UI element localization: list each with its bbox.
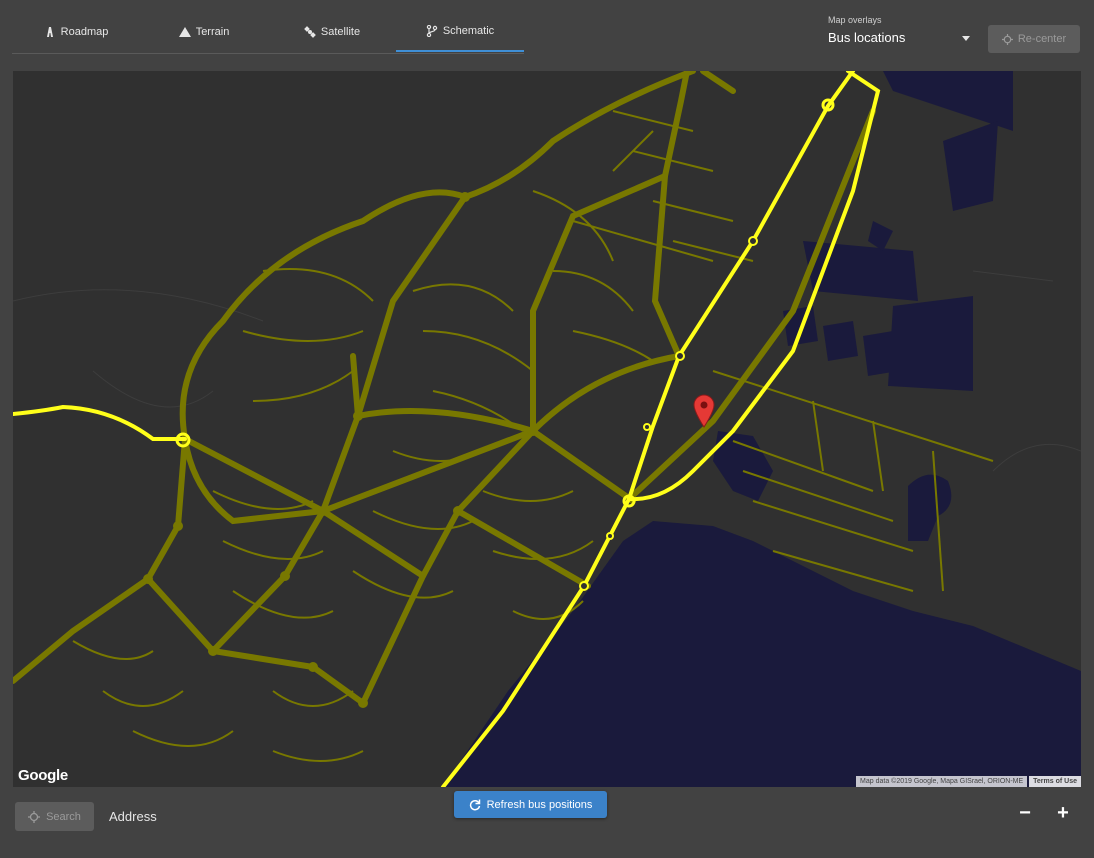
road-icon (44, 26, 56, 38)
mountain-icon (178, 26, 191, 38)
caret-down-icon (962, 36, 970, 41)
search-button[interactable]: Search (15, 802, 94, 831)
schematic-icon (426, 25, 438, 37)
zoom-out-button[interactable]: − (1013, 801, 1037, 825)
search-label: Search (46, 810, 81, 823)
tab-label: Satellite (320, 26, 361, 38)
map-attribution-bar: Map data ©2019 Google, Mapa GISrael, ORI… (856, 776, 1081, 787)
refresh-bus-positions-button[interactable]: Refresh bus positions (454, 791, 607, 818)
satellite-icon (304, 26, 316, 38)
map-pin-icon[interactable] (693, 394, 715, 428)
tab-terrain[interactable]: Terrain (140, 12, 268, 52)
map-type-tabs: Roadmap Terrain Satellite Schematic (12, 12, 524, 54)
map-attribution: Map data ©2019 Google, Mapa GISrael, ORI… (856, 776, 1028, 787)
tab-label: Terrain (195, 26, 230, 38)
recenter-label: Re-center (1017, 33, 1067, 45)
map-canvas (13, 71, 1081, 787)
map-overlays-value: Bus locations (828, 30, 906, 45)
refresh-label: Refresh bus positions (486, 798, 593, 811)
tab-roadmap[interactable]: Roadmap (12, 12, 140, 52)
terms-of-use-link[interactable]: Terms of Use (1029, 776, 1081, 787)
map-view[interactable]: Google Map data ©2019 Google, Mapa GISra… (13, 71, 1081, 787)
address-field[interactable]: Address (109, 809, 157, 824)
crosshair-icon (28, 810, 41, 823)
tab-label: Schematic (442, 25, 495, 37)
tab-label: Roadmap (60, 26, 109, 38)
tab-satellite[interactable]: Satellite (268, 12, 396, 52)
refresh-icon (469, 799, 481, 811)
harbor-blocks (783, 71, 1013, 391)
google-logo: Google (18, 767, 68, 784)
map-overlays-select[interactable]: Map overlays Bus locations (828, 14, 974, 46)
zoom-in-button[interactable]: + (1051, 801, 1075, 825)
map-overlays-label: Map overlays (828, 15, 882, 25)
recenter-button[interactable]: Re-center (988, 25, 1080, 53)
crosshair-icon (1001, 33, 1013, 45)
pond-water (908, 474, 952, 541)
tab-schematic[interactable]: Schematic (396, 12, 524, 52)
